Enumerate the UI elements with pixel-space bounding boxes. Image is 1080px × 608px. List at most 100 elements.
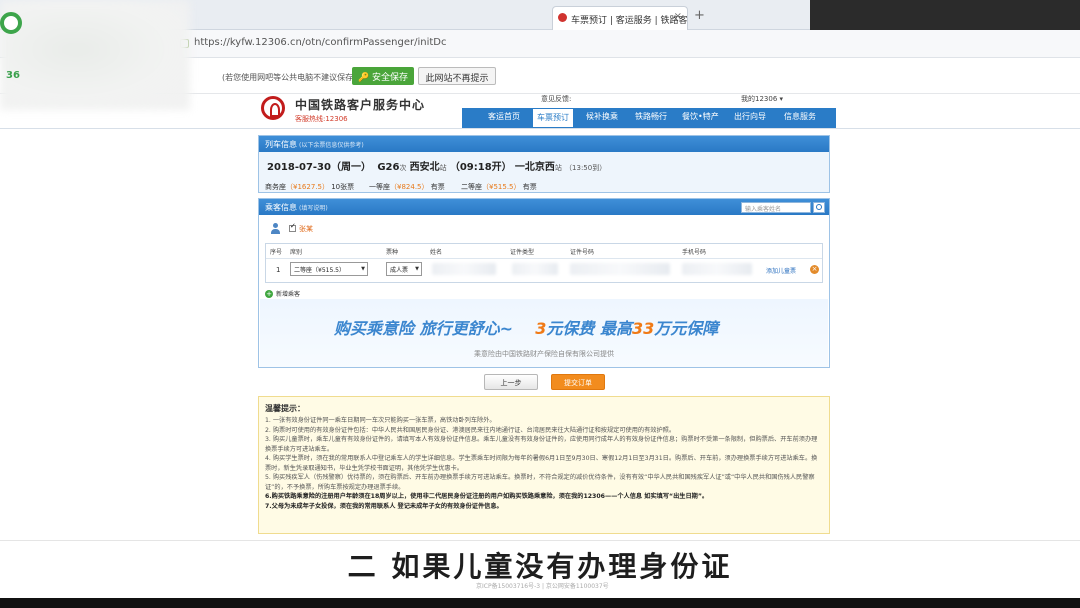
nav-item-rail-pass[interactable]: 铁路畅行 bbox=[635, 111, 667, 122]
to-station: 一北京西 bbox=[514, 162, 555, 173]
nav-item-home[interactable]: 客运首页 bbox=[488, 111, 520, 122]
tip-item: 3. 购买儿童票时，乘车儿童有有效身份证件的，请填写本人有效身份证件信息。乘车儿… bbox=[265, 436, 818, 453]
add-child-ticket-link[interactable]: 添加儿童票 bbox=[766, 266, 796, 275]
add-passenger-label: 新增乘客 bbox=[276, 291, 301, 298]
seat-price: （¥1627.5） bbox=[286, 183, 329, 191]
tips-title: 温馨提示： bbox=[265, 404, 305, 413]
nav-item-food[interactable]: 餐饮•特产 bbox=[682, 111, 719, 122]
feedback-link[interactable]: 意见反馈: bbox=[541, 94, 571, 104]
passenger-checkbox[interactable] bbox=[289, 222, 296, 232]
phone-field[interactable] bbox=[682, 263, 752, 275]
seat-availability: 有票 bbox=[522, 183, 537, 191]
insurance-slogan: 购买乘意险 旅行更舒心~ 3元保费 最高33万元保障 bbox=[334, 315, 718, 339]
side-label: 36 bbox=[6, 70, 20, 81]
train-info-hint: (以下余票信息仅供参考) bbox=[299, 142, 364, 149]
to-suffix: 站 bbox=[554, 164, 562, 172]
seat-name: 一等座 bbox=[369, 183, 390, 191]
column-header: 证件类型 bbox=[510, 249, 535, 256]
id-number-field[interactable] bbox=[570, 263, 670, 275]
ticket-type-select[interactable]: 成人票 bbox=[386, 262, 422, 276]
remove-passenger-icon[interactable]: × bbox=[810, 265, 819, 274]
safe-save-button[interactable]: 🔑 安全保存 bbox=[352, 67, 414, 85]
site-title: 中国铁路客户服务中心 bbox=[295, 98, 426, 112]
train-info-title: 列车信息 bbox=[265, 140, 297, 149]
insurance-slogan-post: 万元保障 bbox=[654, 319, 719, 338]
window-controls-area bbox=[810, 0, 1080, 30]
screen: 车票预订 | 客运服务 | 铁路客户中 × + https://kyfw.123… bbox=[0, 0, 1080, 608]
plus-icon: + bbox=[265, 290, 273, 298]
coverage-value: 33 bbox=[631, 319, 655, 338]
site-favicon-icon bbox=[558, 13, 567, 22]
seat-first-class: 一等座（¥824.5） 有票 bbox=[369, 182, 445, 192]
no-prompt-button[interactable]: 此网站不再提示 bbox=[418, 67, 496, 85]
passenger-table: 序号 席别 票种 姓名 证件类型 证件号码 手机号码 1 二等座（¥515.5）… bbox=[265, 243, 823, 283]
train-summary: 2018-07-30（周一） G26次 西安北站 （09:18开） 一北京西站 … bbox=[267, 158, 606, 173]
tip-item: 4. 购买学生票时，须在我的常用联系人中登记乘车人的学生详细信息。学生票乘车时间… bbox=[265, 455, 818, 472]
arrive-time: （13:50到） bbox=[565, 164, 607, 172]
seat-price: （¥515.5） bbox=[482, 183, 521, 191]
hotline: 客服热线:12306 bbox=[295, 115, 348, 123]
train-number: G26 bbox=[377, 162, 400, 173]
blurred-region bbox=[0, 0, 190, 110]
subtitle-text: 二 如果儿童没有办理身份证 bbox=[347, 550, 733, 583]
passenger-info-hint[interactable]: (填写说明) bbox=[299, 205, 328, 212]
nav-item-booking[interactable]: 车票预订 bbox=[532, 108, 574, 128]
train-info-header: 列车信息 (以下余票信息仅供参考) bbox=[259, 136, 829, 152]
save-button-label: 安全保存 bbox=[372, 73, 409, 83]
previous-step-button[interactable]: 上一步 bbox=[484, 374, 538, 390]
depart-time: （09:18开） bbox=[449, 162, 512, 173]
column-header: 席别 bbox=[290, 249, 303, 256]
table-divider bbox=[266, 258, 822, 259]
name-field[interactable] bbox=[432, 263, 496, 275]
browser-logo-icon bbox=[0, 12, 22, 34]
nav-item-travel-guide[interactable]: 出行向导 bbox=[734, 111, 766, 122]
column-header: 票种 bbox=[386, 249, 399, 256]
seat-availability: 有票 bbox=[430, 183, 445, 191]
passenger-name-label[interactable]: 张某 bbox=[299, 224, 313, 234]
id-type-field[interactable] bbox=[512, 263, 558, 275]
nav-item-waitlist[interactable]: 候补换乘 bbox=[586, 111, 618, 122]
column-header: 证件号码 bbox=[570, 249, 595, 256]
insurance-slogan-mid: 元保费 最高 bbox=[546, 319, 632, 338]
header-divider bbox=[0, 128, 1080, 129]
seat-availability: 10张票 bbox=[331, 183, 355, 191]
my12306-menu[interactable]: 我的12306 ▾ bbox=[741, 94, 783, 104]
search-icon[interactable] bbox=[813, 202, 825, 213]
browser-tab[interactable]: 车票预订 | 客运服务 | 铁路客户中 × bbox=[552, 6, 688, 30]
seat-price: （¥824.5） bbox=[390, 183, 429, 191]
column-header: 手机号码 bbox=[682, 249, 707, 256]
insurance-banner[interactable]: 购买乘意险 旅行更舒心~ 3元保费 最高33万元保障 乘意险由中国铁路财产保险自… bbox=[260, 299, 828, 367]
seat-name: 商务座 bbox=[265, 183, 286, 191]
tab-title: 车票预订 | 客运服务 | 铁路客户中 bbox=[571, 16, 688, 26]
add-passenger-button[interactable]: + 新增乘客 bbox=[265, 289, 300, 298]
seat-second-class: 二等座（¥515.5） 有票 bbox=[461, 182, 537, 192]
tip-item: 6.购买铁路乘意险的注册用户年龄须在18周岁以上，使用非二代居民身份证注册的用户… bbox=[265, 493, 709, 501]
tip-item: 7.父母为未成年子女投保，须在我的常用联系人 登记未成年子女的有效身份证件信息。 bbox=[265, 502, 503, 510]
from-station: 西安北 bbox=[409, 162, 440, 173]
premium-value: 3 bbox=[535, 319, 547, 338]
insurance-provider: 乘意险由中国铁路财产保险自保有限公司提供 bbox=[474, 350, 614, 358]
key-icon: 🔑 bbox=[357, 73, 370, 83]
seat-type-select[interactable]: 二等座（¥515.5） bbox=[290, 262, 368, 276]
passenger-info-title: 乘客信息 bbox=[265, 203, 297, 212]
bottom-bar bbox=[0, 598, 1080, 608]
seat-name: 二等座 bbox=[461, 183, 482, 191]
railway-logo-icon[interactable] bbox=[261, 96, 285, 120]
tip-item: 1. 一张有效身份证件同一乘车日期同一车次只能购买一张车票，高铁动卧列车除外。 bbox=[265, 417, 496, 424]
nav-item-info[interactable]: 信息服务 bbox=[784, 111, 816, 122]
row-index: 1 bbox=[276, 266, 281, 274]
video-subtitle: 二 如果儿童没有办理身份证 bbox=[0, 545, 1080, 585]
passenger-info-header: 乘客信息 (填写说明) 输入乘客姓名 bbox=[259, 199, 829, 215]
new-tab-button[interactable]: + bbox=[694, 8, 705, 23]
insurance-slogan-a: 购买乘意险 旅行更舒心~ bbox=[334, 319, 513, 338]
close-icon[interactable]: × bbox=[674, 11, 682, 22]
submit-order-button[interactable]: 提交订单 bbox=[551, 374, 605, 390]
column-header: 姓名 bbox=[430, 249, 443, 256]
main-nav: 客运首页 车票预订 候补换乘 铁路畅行 餐饮•特产 出行向导 信息服务 bbox=[462, 108, 836, 128]
url-text[interactable]: https://kyfw.12306.cn/otn/confirmPasseng… bbox=[194, 37, 446, 48]
travel-date: 2018-07-30（周一） bbox=[267, 162, 371, 173]
train-suffix: 次 bbox=[399, 164, 407, 172]
from-suffix: 站 bbox=[439, 164, 447, 172]
train-info-panel: 列车信息 (以下余票信息仅供参考) 2018-07-30（周一） G26次 西安北… bbox=[258, 135, 830, 193]
passenger-search-input[interactable]: 输入乘客姓名 bbox=[741, 202, 811, 213]
